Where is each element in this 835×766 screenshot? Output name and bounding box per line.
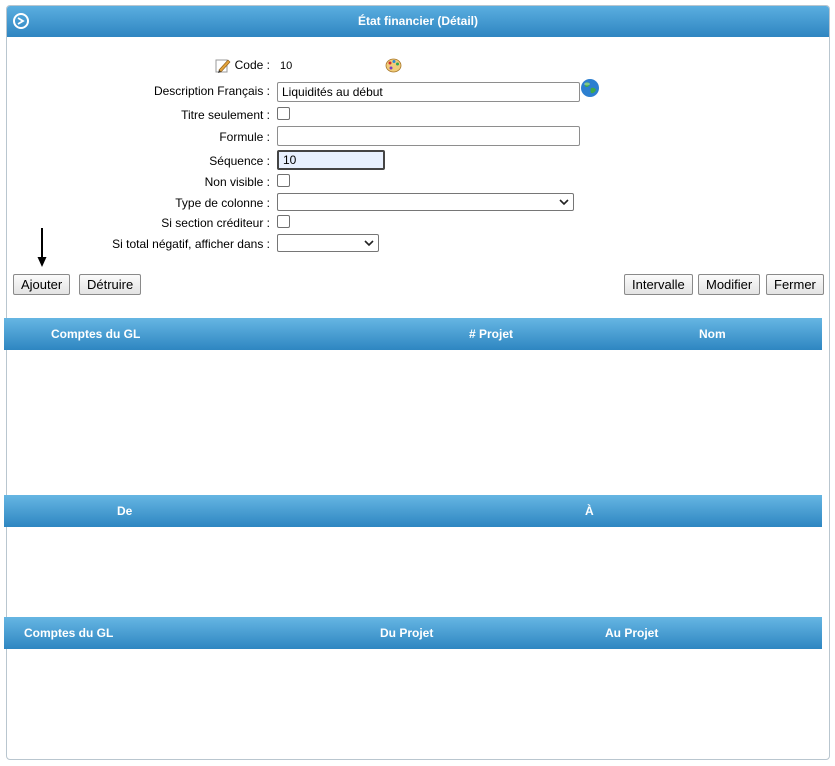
- code-value: 10: [280, 60, 293, 72]
- column-header-comptes-gl[interactable]: Comptes du GL: [51, 318, 140, 350]
- dropdown-arrow-icon: [559, 198, 569, 205]
- column-header-comptes-gl-2[interactable]: Comptes du GL: [24, 617, 113, 649]
- titre-seulement-label: Titre seulement :: [181, 108, 270, 122]
- column-header-de[interactable]: De: [117, 495, 132, 527]
- down-arrow-indicator: [37, 228, 47, 267]
- detruire-button[interactable]: Détruire: [79, 274, 142, 295]
- ajouter-button[interactable]: Ajouter: [13, 274, 71, 295]
- si-section-crediteur-label: Si section créditeur :: [161, 216, 270, 230]
- si-total-negatif-label: Si total négatif, afficher dans :: [112, 237, 270, 251]
- window-title: État financier (Détail): [357, 14, 479, 28]
- column-header-du-projet[interactable]: Du Projet: [380, 617, 433, 649]
- sequence-label: Séquence :: [209, 154, 270, 168]
- titre-seulement-checkbox[interactable]: [277, 107, 290, 120]
- column-header-a[interactable]: À: [585, 495, 594, 527]
- intervalle-button[interactable]: Intervalle: [624, 274, 693, 295]
- globe-icon[interactable]: [580, 78, 600, 98]
- code-label: Code :: [234, 58, 270, 72]
- sequence-input[interactable]: [277, 150, 385, 170]
- non-visible-label: Non visible :: [204, 175, 270, 189]
- dropdown-arrow-icon: [364, 239, 374, 246]
- type-colonne-select[interactable]: [277, 193, 574, 211]
- range-grid-header: De À: [4, 495, 822, 527]
- formule-input[interactable]: [277, 126, 580, 146]
- column-header-au-projet[interactable]: Au Projet: [605, 617, 658, 649]
- si-section-crediteur-checkbox[interactable]: [277, 215, 290, 228]
- description-label: Description Français :: [153, 84, 270, 98]
- gl-accounts-grid-header: Comptes du GL # Projet Nom: [4, 318, 822, 350]
- palette-icon[interactable]: [385, 57, 402, 74]
- column-header-nom[interactable]: Nom: [699, 318, 726, 350]
- modifier-button[interactable]: Modifier: [698, 274, 761, 295]
- title-bar: État financier (Détail): [7, 6, 829, 37]
- toggle-arrow-icon[interactable]: [13, 13, 29, 29]
- description-input[interactable]: [277, 82, 580, 102]
- formule-label: Formule :: [219, 130, 270, 144]
- column-header-projet[interactable]: # Projet: [469, 318, 513, 350]
- project-range-grid-header: Comptes du GL Du Projet Au Projet: [4, 617, 822, 649]
- non-visible-checkbox[interactable]: [277, 174, 290, 187]
- type-colonne-label: Type de colonne :: [175, 196, 270, 210]
- edit-pencil-icon: [215, 59, 231, 73]
- si-total-negatif-select[interactable]: [277, 234, 379, 252]
- fermer-button[interactable]: Fermer: [766, 274, 824, 295]
